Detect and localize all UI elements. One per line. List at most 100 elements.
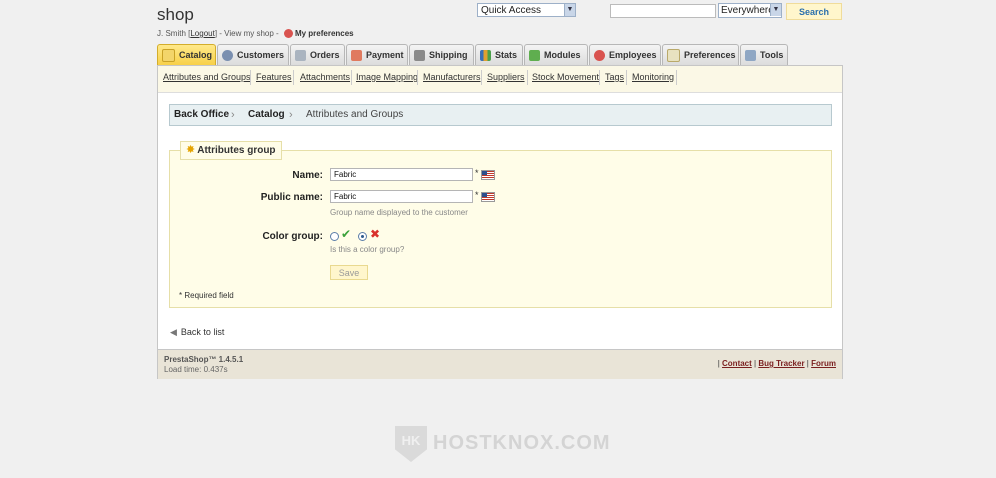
subnav-suppliers[interactable]: Suppliers bbox=[487, 72, 525, 82]
subnav-stock-movement[interactable]: Stock Movement bbox=[532, 72, 599, 82]
tab-orders[interactable]: Orders bbox=[290, 44, 345, 65]
tab-label: Modules bbox=[544, 50, 581, 60]
search-button[interactable]: Search bbox=[786, 3, 842, 20]
public-name-label: Public name: bbox=[260, 192, 323, 203]
customer-icon bbox=[222, 50, 233, 62]
cart-icon bbox=[295, 50, 306, 62]
bug-tracker-link[interactable]: Bug Tracker bbox=[758, 359, 804, 368]
subnav-attributes-and-groups[interactable]: Attributes and Groups bbox=[163, 72, 251, 82]
subnav-monitoring[interactable]: Monitoring bbox=[632, 72, 674, 82]
tab-label: Customers bbox=[237, 50, 285, 60]
view-shop-link[interactable]: View my shop bbox=[224, 29, 274, 38]
subnav-image-mapping[interactable]: Image Mapping bbox=[356, 72, 418, 82]
divider bbox=[599, 70, 600, 85]
footer-links: | Contact | Bug Tracker | Forum bbox=[717, 359, 836, 368]
subnav-features[interactable]: Features bbox=[256, 72, 292, 82]
divider bbox=[481, 70, 482, 85]
breadcrumb: Back Office › Catalog › Attributes and G… bbox=[169, 104, 832, 126]
search-scope-select[interactable]: Everywhere ▼ bbox=[718, 3, 782, 18]
us-flag-icon[interactable] bbox=[481, 192, 495, 202]
tab-tools[interactable]: Tools bbox=[740, 44, 788, 65]
tab-shipping[interactable]: Shipping bbox=[409, 44, 474, 65]
sub-navigation: Attributes and Groups Features Attachmen… bbox=[158, 66, 842, 93]
subnav-manufacturers[interactable]: Manufacturers bbox=[423, 72, 481, 82]
tab-label: Tools bbox=[760, 50, 784, 60]
divider bbox=[250, 70, 251, 85]
name-label: Name: bbox=[292, 170, 323, 181]
subnav-tags[interactable]: Tags bbox=[605, 72, 624, 82]
main-panel: Attributes and Groups Features Attachmen… bbox=[157, 65, 843, 379]
color-group-no-radio[interactable] bbox=[358, 232, 367, 241]
chevron-down-icon: ▼ bbox=[770, 4, 781, 16]
breadcrumb-current: Attributes and Groups bbox=[306, 109, 404, 120]
required-field-note: * Required field bbox=[179, 291, 234, 300]
tab-label: Orders bbox=[310, 50, 340, 60]
tab-label: Shipping bbox=[429, 50, 468, 60]
tab-modules[interactable]: Modules bbox=[524, 44, 588, 65]
tab-catalog[interactable]: Catalog bbox=[157, 44, 216, 66]
tab-label: Catalog bbox=[179, 50, 213, 60]
tab-label: Employees bbox=[609, 50, 657, 60]
name-input[interactable]: Fabric bbox=[330, 168, 473, 181]
required-marker: * bbox=[475, 168, 479, 178]
forum-link[interactable]: Forum bbox=[811, 359, 836, 368]
save-button[interactable]: Save bbox=[330, 265, 368, 280]
chevron-down-icon: ▼ bbox=[564, 4, 575, 16]
quick-access-select[interactable]: Quick Access ▼ bbox=[477, 3, 576, 17]
subnav-attachments[interactable]: Attachments bbox=[300, 72, 350, 82]
tab-stats[interactable]: Stats bbox=[475, 44, 523, 65]
truck-icon bbox=[414, 50, 425, 62]
chevron-right-icon: › bbox=[231, 109, 235, 121]
tab-payment[interactable]: Payment bbox=[346, 44, 408, 65]
my-preferences-link[interactable]: My preferences bbox=[295, 29, 354, 38]
divider bbox=[676, 70, 677, 85]
puzzle-icon bbox=[529, 50, 540, 62]
chevron-right-icon: › bbox=[289, 109, 293, 121]
payment-icon bbox=[351, 50, 362, 62]
tab-label: Stats bbox=[495, 50, 518, 60]
tab-customers[interactable]: Customers bbox=[217, 44, 289, 65]
back-to-list-label: Back to list bbox=[180, 327, 225, 337]
divider bbox=[417, 70, 418, 85]
load-time-text: Load time: 0.437s bbox=[164, 365, 228, 374]
public-name-input[interactable]: Fabric bbox=[330, 190, 473, 203]
tab-preferences[interactable]: Preferences bbox=[662, 44, 739, 65]
user-name: J. Smith bbox=[157, 29, 186, 38]
wrench-icon bbox=[745, 50, 756, 62]
color-group-hint: Is this a color group? bbox=[330, 245, 405, 254]
shield-logo-icon: HK bbox=[395, 426, 427, 462]
cross-icon: ✖ bbox=[370, 227, 381, 241]
divider bbox=[626, 70, 627, 85]
quick-access-label: Quick Access bbox=[481, 5, 542, 16]
divider bbox=[293, 70, 294, 85]
preferences-icon bbox=[667, 49, 680, 63]
search-input[interactable] bbox=[610, 4, 716, 18]
contact-link[interactable]: Contact bbox=[722, 359, 752, 368]
us-flag-icon[interactable] bbox=[481, 170, 495, 180]
public-name-hint: Group name displayed to the customer bbox=[330, 208, 468, 217]
preferences-icon bbox=[283, 29, 293, 39]
star-icon: ✸ bbox=[186, 144, 196, 156]
watermark-text: HOSTKNOX.COM bbox=[433, 432, 611, 454]
tab-label: Preferences bbox=[684, 50, 736, 60]
required-marker: * bbox=[475, 190, 479, 200]
shop-title: shop bbox=[157, 5, 194, 24]
color-group-yes-radio[interactable] bbox=[330, 232, 339, 241]
form-legend: ✸ Attributes group bbox=[180, 141, 282, 160]
check-icon: ✔ bbox=[341, 227, 352, 241]
divider bbox=[351, 70, 352, 85]
arrow-left-icon: ◀ bbox=[170, 327, 177, 337]
user-line: J. Smith [Logout] - View my shop - My pr… bbox=[157, 29, 354, 39]
tab-label: Payment bbox=[366, 50, 404, 60]
logout-link[interactable]: Logout bbox=[190, 29, 214, 38]
divider bbox=[527, 70, 528, 85]
back-to-list-link[interactable]: ◀ Back to list bbox=[170, 327, 224, 338]
version-text: PrestaShop™ 1.4.5.1 bbox=[164, 355, 244, 364]
breadcrumb-catalog[interactable]: Catalog bbox=[248, 105, 285, 125]
color-group-label: Color group: bbox=[262, 231, 323, 242]
tab-employees[interactable]: Employees bbox=[589, 44, 661, 65]
search-scope-value: Everywhere bbox=[721, 5, 774, 16]
legend-text: Attributes group bbox=[197, 145, 276, 156]
breadcrumb-back-office[interactable]: Back Office bbox=[174, 105, 229, 125]
footer: PrestaShop™ 1.4.5.1 Load time: 0.437s | … bbox=[158, 349, 842, 379]
